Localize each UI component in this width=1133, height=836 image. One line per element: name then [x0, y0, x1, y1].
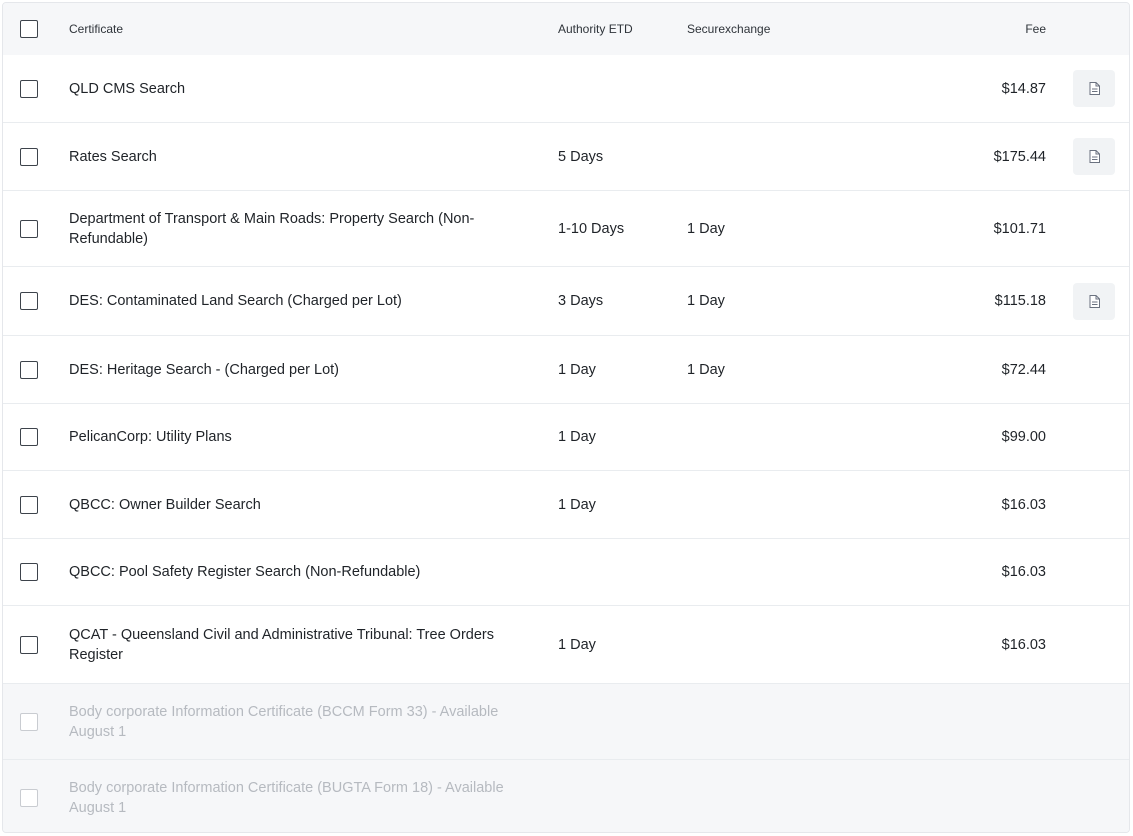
- fee-value: $16.03: [1001, 496, 1046, 513]
- row-checkbox[interactable]: [20, 495, 38, 514]
- fee-value: $72.44: [1001, 361, 1046, 378]
- authority-etd-value: 1 Day: [558, 636, 596, 653]
- fee-value: $115.18: [994, 293, 1046, 309]
- securexchange-value: 1 Day: [687, 220, 725, 237]
- table-row[interactable]: DES: Heritage Search - (Charged per Lot)…: [3, 336, 1129, 404]
- certificate-name: DES: Contaminated Land Search (Charged p…: [69, 293, 402, 309]
- fee-value: $16.03: [1001, 636, 1046, 653]
- certificate-name: QCAT - Queensland Civil and Administrati…: [69, 626, 494, 663]
- table-row[interactable]: PelicanCorp: Utility Plans 1 Day $99.00: [3, 404, 1129, 471]
- certificate-name: QBCC: Owner Builder Search: [69, 496, 261, 513]
- table-header: Certificate Authority ETD Securexchange …: [3, 3, 1129, 55]
- authority-etd-value: 1 Day: [558, 429, 596, 445]
- authority-etd-value: 1 Day: [558, 361, 596, 378]
- authority-etd-value: 3 Days: [558, 293, 604, 309]
- certificates-table: Certificate Authority ETD Securexchange …: [2, 2, 1130, 833]
- certificate-name: Rates Search: [69, 148, 157, 165]
- table-row: Body corporate Information Certificate (…: [3, 684, 1129, 760]
- view-document-button[interactable]: [1073, 138, 1115, 175]
- row-checkbox: [20, 712, 38, 731]
- view-document-button[interactable]: [1073, 282, 1115, 320]
- securexchange-value: 1 Day: [687, 293, 725, 309]
- document-icon: [1089, 294, 1100, 308]
- certificate-name: Body corporate Information Certificate (…: [69, 703, 499, 740]
- view-document-button[interactable]: [1073, 70, 1115, 107]
- fee-value: $14.87: [1001, 80, 1046, 97]
- row-checkbox[interactable]: [20, 292, 38, 310]
- fee-value: $101.71: [993, 220, 1046, 237]
- header-authority-etd: Authority ETD: [558, 22, 633, 36]
- securexchange-value: 1 Day: [687, 361, 725, 378]
- certificate-name: QBCC: Pool Safety Register Search (Non-R…: [69, 564, 421, 580]
- authority-etd-value: 1 Day: [558, 496, 596, 513]
- table-row: Body corporate Information Certificate (…: [3, 760, 1129, 832]
- table-row[interactable]: QLD CMS Search $14.87: [3, 55, 1129, 123]
- certificate-name: DES: Heritage Search - (Charged per Lot): [69, 361, 339, 378]
- certificate-name: Department of Transport & Main Roads: Pr…: [69, 210, 475, 247]
- row-checkbox[interactable]: [20, 79, 38, 98]
- row-checkbox[interactable]: [20, 635, 38, 654]
- table-row[interactable]: QBCC: Owner Builder Search 1 Day $16.03: [3, 471, 1129, 539]
- fee-value: $16.03: [1001, 564, 1046, 580]
- certificate-name: PelicanCorp: Utility Plans: [69, 429, 232, 445]
- table-row[interactable]: QCAT - Queensland Civil and Administrati…: [3, 606, 1129, 684]
- row-checkbox[interactable]: [20, 563, 38, 581]
- authority-etd-value: 5 Days: [558, 148, 604, 165]
- certificate-name: QLD CMS Search: [69, 80, 186, 97]
- header-securexchange: Securexchange: [687, 22, 771, 36]
- header-fee: Fee: [1025, 22, 1046, 36]
- row-checkbox[interactable]: [20, 428, 38, 446]
- table-row[interactable]: QBCC: Pool Safety Register Search (Non-R…: [3, 539, 1129, 606]
- fee-value: $99.00: [1001, 429, 1046, 445]
- authority-etd-value: 1-10 Days: [558, 220, 625, 237]
- certificate-name: Body corporate Information Certificate (…: [69, 779, 504, 816]
- table-row[interactable]: Department of Transport & Main Roads: Pr…: [3, 191, 1129, 267]
- header-certificate: Certificate: [69, 22, 124, 36]
- table-body: QLD CMS Search $14.87 Rates Search 5 Days $1…: [3, 55, 1129, 832]
- fee-value: $175.44: [993, 148, 1046, 165]
- table-row[interactable]: Rates Search 5 Days $175.44: [3, 123, 1129, 191]
- document-icon: [1089, 82, 1100, 95]
- select-all-checkbox[interactable]: [20, 20, 38, 38]
- row-checkbox[interactable]: [20, 219, 38, 238]
- document-icon: [1089, 150, 1100, 163]
- row-checkbox[interactable]: [20, 360, 38, 379]
- table-row[interactable]: DES: Contaminated Land Search (Charged p…: [3, 267, 1129, 336]
- row-checkbox: [20, 788, 38, 807]
- row-checkbox[interactable]: [20, 147, 38, 166]
